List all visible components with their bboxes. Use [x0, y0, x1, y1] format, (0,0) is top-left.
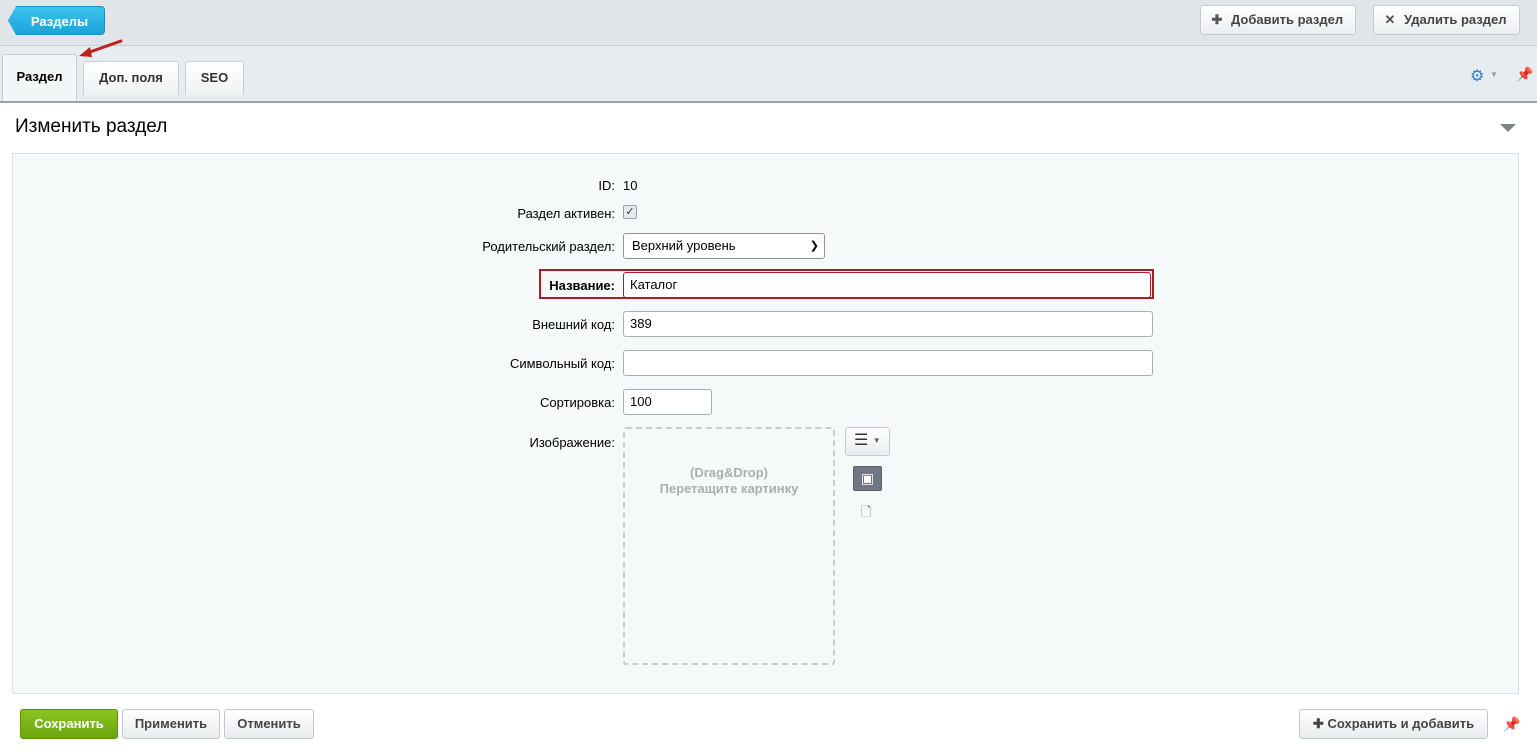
- tabs-bar: Раздел Доп. поля SEO: [0, 46, 1537, 103]
- page-title: Изменить раздел: [15, 116, 168, 137]
- chevron-down-icon: ▼: [872, 436, 881, 445]
- plus-icon: ✚: [1312, 716, 1324, 731]
- active-checkbox[interactable]: ✓: [623, 205, 637, 219]
- annotation-arrow-icon: [79, 39, 123, 57]
- sort-label: Сортировка:: [540, 395, 615, 410]
- tab-section[interactable]: Раздел: [2, 54, 77, 101]
- close-icon: ✕: [1384, 12, 1396, 27]
- symbol-code-input[interactable]: [623, 350, 1153, 376]
- apply-button[interactable]: Применить: [122, 709, 220, 739]
- collapse-icon[interactable]: [1500, 124, 1516, 132]
- gear-icon[interactable]: ⚙: [1470, 66, 1484, 86]
- name-value: Каталог: [630, 277, 678, 292]
- back-to-sections-button[interactable]: Разделы: [8, 6, 105, 35]
- delete-section-label: Удалить раздел: [1404, 12, 1507, 27]
- image-upload-button[interactable]: ▣: [853, 466, 882, 491]
- chevron-down-icon[interactable]: ▼: [1490, 70, 1498, 79]
- tab-extra-fields[interactable]: Доп. поля: [83, 61, 179, 95]
- sort-value: 100: [630, 394, 652, 409]
- parent-section-value: Верхний уровень: [632, 238, 736, 253]
- top-toolbar: Разделы ✚ Добавить раздел ✕ Удалить раздел: [0, 0, 1537, 46]
- cancel-button[interactable]: Отменить: [224, 709, 314, 739]
- id-value: 10: [623, 178, 638, 193]
- external-code-value: 389: [630, 316, 652, 331]
- name-label: Название:: [549, 278, 615, 293]
- parent-section-label: Родительский раздел:: [482, 239, 615, 254]
- add-section-button[interactable]: ✚ Добавить раздел: [1200, 5, 1357, 35]
- symbol-code-label: Символьный код:: [509, 356, 615, 371]
- id-label: ID:: [598, 178, 615, 193]
- external-code-label: Внешний код:: [532, 317, 615, 332]
- save-and-add-button[interactable]: ✚ Сохранить и добавить: [1299, 709, 1488, 739]
- parent-section-select[interactable]: Верхний уровень ❯: [623, 233, 825, 259]
- pin-icon[interactable]: 📌: [1516, 66, 1533, 83]
- image-icon: ▣: [860, 470, 875, 486]
- dropzone-hint-1: (Drag&Drop): [690, 465, 768, 480]
- image-menu-button[interactable]: ☰ ▼: [845, 427, 890, 456]
- delete-section-button[interactable]: ✕ Удалить раздел: [1373, 5, 1520, 35]
- external-code-input[interactable]: 389: [623, 311, 1153, 337]
- sort-input[interactable]: 100: [623, 389, 712, 415]
- pin-icon[interactable]: 📌: [1503, 716, 1520, 733]
- tab-seo[interactable]: SEO: [185, 61, 244, 95]
- name-input[interactable]: Каталог: [623, 272, 1151, 298]
- save-and-add-label: Сохранить и добавить: [1327, 716, 1475, 731]
- plus-icon: ✚: [1211, 12, 1223, 27]
- add-section-label: Добавить раздел: [1231, 12, 1344, 27]
- chevron-down-icon: ❯: [809, 240, 819, 252]
- dropzone-hint-2: Перетащите картинку: [659, 481, 799, 496]
- save-button[interactable]: Сохранить: [20, 709, 118, 739]
- image-dropzone[interactable]: (Drag&Drop) Перетащите картинку: [623, 427, 835, 665]
- active-label: Раздел активен:: [517, 206, 615, 221]
- checkmark-icon: ✓: [625, 206, 635, 218]
- menu-icon: ☰: [854, 432, 869, 450]
- image-label: Изображение:: [529, 435, 615, 450]
- file-icon[interactable]: 🗋: [861, 503, 871, 525]
